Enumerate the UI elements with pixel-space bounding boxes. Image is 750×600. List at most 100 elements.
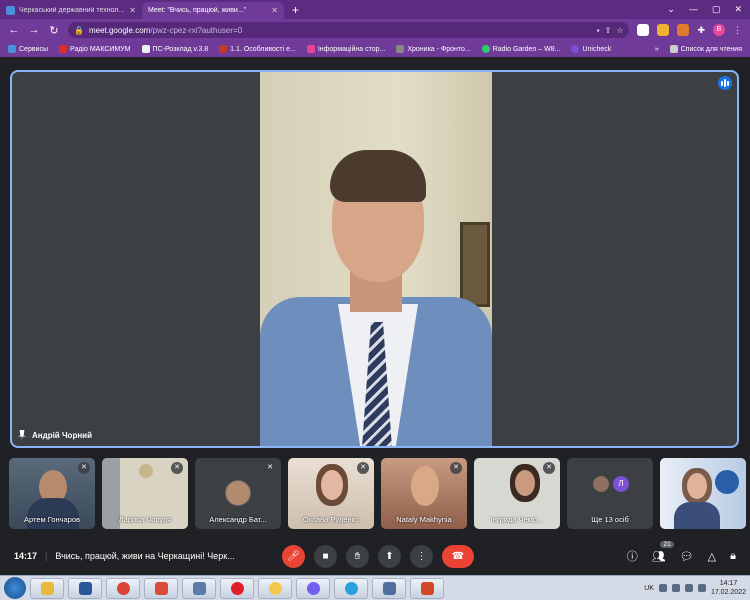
bookmark-item[interactable]: Радіо МАКСИМУМ — [59, 45, 131, 53]
profile-avatar[interactable]: В — [713, 24, 725, 36]
participant-tile[interactable] — [660, 458, 746, 529]
participant-tile[interactable]: ✕ Оксана Руденко — [288, 458, 374, 529]
bookmark-item[interactable]: Інформаційна стор... — [306, 45, 385, 53]
people-icon[interactable]: 👥︎ 21 — [652, 540, 674, 563]
participant-tile[interactable]: ✕ Александр Бат... — [195, 458, 281, 529]
language-indicator[interactable]: UK — [644, 585, 654, 592]
network-icon[interactable] — [671, 584, 680, 592]
participant-name: Nataly Makhynia — [396, 515, 452, 524]
volume-icon[interactable] — [684, 584, 693, 592]
side-controls: ⓘ 👥︎ 21 💬︎ △ 🔒︎ — [627, 540, 736, 564]
more-avatars: Л — [593, 476, 629, 492]
star-icon[interactable]: ☆ — [616, 26, 623, 35]
lock-icon[interactable]: 🔒 — [74, 26, 84, 35]
participant-face — [515, 470, 535, 496]
calculator-taskbar-icon[interactable] — [182, 577, 216, 599]
bookmark-item[interactable]: ПС-Розклад v.3.8 — [141, 45, 208, 53]
picture-frame — [460, 222, 490, 307]
more-bookmarks-icon[interactable]: » — [655, 46, 659, 53]
menu-icon[interactable]: ⋮ — [733, 25, 742, 36]
maximize-button[interactable]: ▢ — [712, 4, 721, 15]
reading-list-icon — [669, 45, 678, 53]
bookmark-icon — [219, 45, 228, 53]
start-button[interactable] — [4, 577, 26, 599]
participant-body — [27, 498, 79, 529]
reading-list[interactable]: Список для чтения — [669, 45, 742, 53]
speaker-hair — [330, 150, 426, 202]
share-icon[interactable]: ⇪ — [605, 26, 612, 35]
reload-icon[interactable]: ↻ — [48, 24, 60, 37]
address-bar[interactable]: 🔒 meet.google.com/pwz-cpez-rxi?authuser=… — [68, 22, 630, 38]
mic-off-icon: ✕ — [264, 462, 276, 474]
bookmark-icon — [571, 45, 580, 53]
tab-search-icon[interactable]: ⌄ — [667, 4, 675, 15]
mic-toggle-button[interactable]: 🎤︎ — [282, 544, 305, 568]
bookmark-item[interactable]: Сервисы — [8, 45, 48, 53]
apps-icon — [8, 45, 16, 53]
camera-icon[interactable]: ▪ — [597, 26, 600, 35]
speaking-indicator-icon — [718, 76, 732, 90]
participant-name: Артем Гончаров — [23, 515, 81, 524]
mic-off-icon: ✕ — [450, 462, 462, 474]
minimize-button[interactable]: — — [689, 4, 698, 15]
participant-tile[interactable]: ✕ Nataly Makhynia — [381, 458, 467, 529]
close-window-button[interactable]: ✕ — [734, 4, 742, 15]
emblem-logo — [715, 470, 739, 494]
speaker-name-label: Андрій Чорний — [18, 430, 92, 440]
more-participants-label: Ще 13 осіб — [591, 515, 629, 524]
activities-icon[interactable]: △ — [708, 550, 716, 563]
bookmark-item[interactable]: Radio Garden – W8... — [481, 45, 560, 53]
window-controls: ⌄ — ▢ ✕ — [659, 4, 750, 19]
host-controls-icon[interactable]: 🔒︎ — [730, 550, 736, 563]
help-icon[interactable] — [658, 584, 667, 592]
bookmark-item[interactable]: 1.1. Особливості е... — [219, 45, 296, 53]
tab-chdtu[interactable]: Черкаський державний технол... ✕ — [0, 2, 142, 19]
participant-tile[interactable]: ✕ Інгрида Чемо... — [474, 458, 560, 529]
pin-icon[interactable] — [18, 430, 26, 440]
back-icon[interactable]: ← — [8, 24, 20, 36]
telegram-taskbar-icon[interactable] — [334, 577, 368, 599]
tab-meet[interactable]: Meet: "Вчись, працюй, живи..." ✕ — [0, 2, 284, 66]
extension-icon[interactable] — [637, 24, 650, 36]
yandex-taskbar-icon[interactable] — [258, 577, 292, 599]
taskbar-clock[interactable]: 14:17 17.02.2022 — [711, 579, 746, 597]
powerpoint-taskbar-icon[interactable] — [410, 577, 444, 599]
url-host: meet.google.com — [88, 25, 151, 35]
participant-face — [139, 464, 153, 478]
window-taskbar-icon[interactable] — [372, 577, 406, 599]
word-taskbar-icon[interactable] — [68, 577, 102, 599]
extension-icon[interactable] — [657, 24, 670, 36]
explorer-taskbar-icon[interactable] — [30, 577, 64, 599]
participant-strip: ✕ Артем Гончаров ✕ Лариса Чопуря ✕ Алекс… — [9, 458, 746, 530]
bookmark-item[interactable]: Unicheck — [571, 45, 611, 53]
battery-icon[interactable] — [697, 584, 706, 592]
clock-date: 17.02.2022 — [710, 589, 746, 596]
call-controls: 🎤︎ ■ ✋︎ ⬆ ⋮ ☎ — [282, 544, 474, 568]
more-participants-tile[interactable]: Л Ще 13 осіб — [567, 458, 653, 529]
chrome-taskbar-icon[interactable] — [106, 577, 140, 599]
present-screen-button[interactable]: ⬆ — [378, 544, 401, 568]
leave-call-button[interactable]: ☎ — [442, 544, 474, 568]
extensions-puzzle-icon[interactable]: ✚ — [697, 25, 705, 36]
extension-icon[interactable] — [677, 24, 690, 36]
divider: | — [45, 551, 48, 561]
close-tab-icon[interactable]: ✕ — [271, 6, 278, 15]
bookmark-icon — [59, 45, 68, 53]
ccleaner-taskbar-icon[interactable] — [144, 577, 178, 599]
meeting-details-icon[interactable]: ⓘ — [627, 548, 638, 564]
bookmark-icon — [141, 45, 150, 53]
opera-taskbar-icon[interactable] — [220, 577, 254, 599]
chat-icon[interactable]: 💬︎ — [680, 550, 694, 563]
bookmark-item[interactable]: Хроника - Фронто... — [396, 45, 471, 53]
participant-tile[interactable]: ✕ Артем Гончаров — [9, 458, 95, 529]
camera-toggle-button[interactable]: ■ — [314, 544, 337, 568]
close-tab-icon[interactable]: ✕ — [129, 6, 136, 15]
forward-icon[interactable]: → — [28, 24, 40, 36]
viber-taskbar-icon[interactable] — [296, 577, 330, 599]
main-speaker-tile[interactable]: Андрій Чорний — [10, 70, 739, 448]
browser-tab-strip: Черкаський державний технол... ✕ Meet: "… — [0, 0, 750, 66]
new-tab-button[interactable]: + — [284, 3, 307, 19]
more-options-button[interactable]: ⋮ — [410, 544, 433, 568]
participant-tile[interactable]: ✕ Лариса Чопуря — [102, 458, 188, 529]
raise-hand-button[interactable]: ✋︎ — [346, 544, 369, 568]
